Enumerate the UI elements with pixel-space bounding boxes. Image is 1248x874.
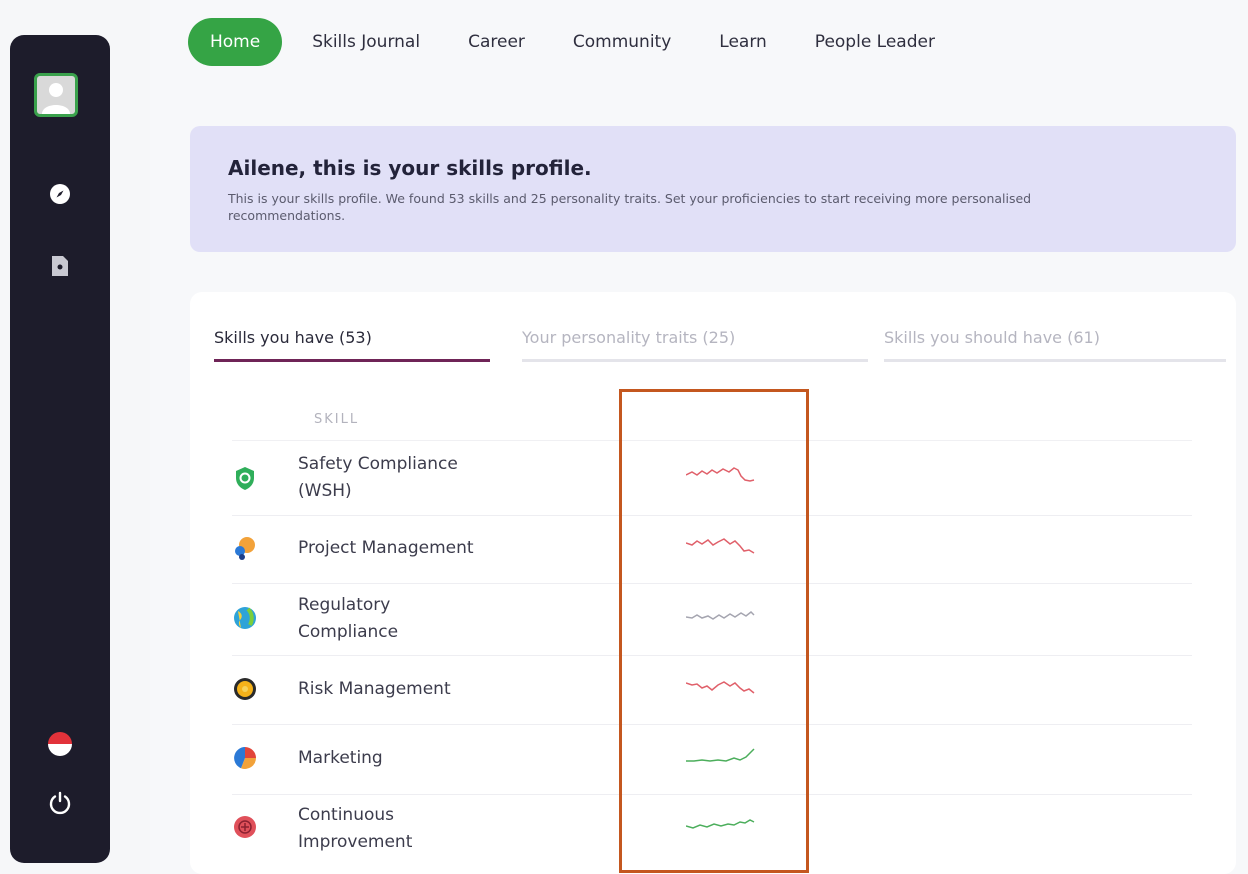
document-icon[interactable]: [47, 253, 73, 279]
tab-label: Skills you should have (61): [884, 328, 1100, 347]
tab-underline: [884, 359, 1226, 362]
project-icon: [232, 535, 258, 561]
banner-text: This is your skills profile. We found 53…: [228, 191, 1032, 223]
globe-icon: [232, 605, 258, 631]
trend-sparkline: [686, 681, 755, 694]
tab-underline: [214, 359, 490, 362]
table-row[interactable]: Project Management: [232, 515, 1192, 584]
tabs: Skills you have (53) Your personality tr…: [214, 324, 1226, 364]
nav-skills-journal[interactable]: Skills Journal: [288, 18, 444, 66]
nav-learn[interactable]: Learn: [695, 18, 791, 66]
table-row[interactable]: Marketing: [232, 724, 1192, 795]
skill-name[interactable]: Project Management: [298, 535, 474, 562]
trend-sparkline: [686, 748, 755, 762]
tab-skills-you-have[interactable]: Skills you have (53): [214, 324, 490, 362]
tab-label: Your personality traits (25): [522, 328, 736, 347]
user-icon: [42, 83, 70, 114]
tab-skills-you-should-have[interactable]: Skills you should have (61): [884, 324, 1226, 362]
nav-career[interactable]: Career: [444, 18, 549, 66]
nav-people-leader[interactable]: People Leader: [791, 18, 959, 66]
tab-underline: [522, 359, 868, 362]
profile-banner: Ailene, this is your skills profile. Thi…: [190, 126, 1236, 252]
compass-icon[interactable]: [47, 181, 73, 207]
skill-name[interactable]: Marketing: [298, 745, 383, 772]
trend-sparkline: [686, 819, 755, 829]
plus-circle-icon: [232, 814, 258, 840]
tab-personality-traits[interactable]: Your personality traits (25): [522, 324, 868, 362]
tab-label: Skills you have (53): [214, 328, 372, 347]
column-header-skill: SKILL: [314, 412, 360, 427]
sidebar: [10, 35, 110, 863]
table-row[interactable]: Regulatory Compliance: [232, 583, 1192, 656]
nav-community[interactable]: Community: [549, 18, 695, 66]
skill-name[interactable]: Safety Compliance (WSH): [298, 451, 458, 505]
table-row[interactable]: Risk Management: [232, 655, 1192, 725]
flag-icon[interactable]: [47, 731, 73, 757]
avatar[interactable]: [34, 73, 78, 117]
table-row[interactable]: Continuous Improvement: [232, 794, 1192, 874]
table-row[interactable]: Safety Compliance (WSH): [232, 441, 1192, 516]
skill-name[interactable]: Risk Management: [298, 676, 451, 703]
top-navigation: Home Skills Journal Career Community Lea…: [188, 16, 959, 68]
pie-chart-icon: [232, 745, 258, 771]
trend-sparkline: [686, 610, 755, 620]
skill-name[interactable]: Regulatory Compliance: [298, 592, 398, 646]
banner-title: Ailene, this is your skills profile.: [228, 156, 592, 180]
trend-sparkline: [686, 538, 755, 554]
trend-sparkline: [686, 467, 755, 482]
skills-card: Skills you have (53) Your personality tr…: [190, 292, 1236, 874]
nav-home[interactable]: Home: [188, 18, 283, 66]
shield-icon: [232, 465, 258, 491]
skill-name[interactable]: Continuous Improvement: [298, 802, 412, 856]
power-icon[interactable]: [47, 790, 73, 816]
risk-icon: [232, 676, 258, 702]
